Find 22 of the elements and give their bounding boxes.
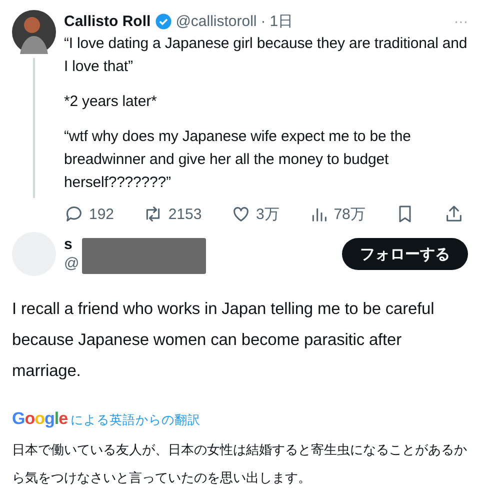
like-button[interactable]: 3万 <box>231 204 280 224</box>
google-logo: Google <box>12 409 68 429</box>
post-text: *2 years later* <box>64 92 158 112</box>
post-text: “I love dating a Japanese girl because they are traditional and I love that” <box>64 34 468 77</box>
author-handle[interactable]: @ <box>64 254 80 273</box>
author-name[interactable]: s <box>64 235 80 254</box>
reply-button[interactable]: 192 <box>64 204 114 224</box>
views-button[interactable]: 78万 <box>308 204 366 224</box>
separator-dot: · <box>260 12 266 30</box>
reply-text: I recall a friend who works in Japan telling me to be careful because Japanese women can become parasitic after marriage. <box>12 299 436 382</box>
share-icon <box>444 204 464 224</box>
author-name[interactable]: Callisto Roll <box>64 12 151 30</box>
share-button[interactable] <box>444 204 464 224</box>
author-handle[interactable]: @callistoroll <box>176 12 257 30</box>
post-time: 1日 <box>270 12 294 30</box>
post-text: “wtf why does my Japanese wife expect me to be the breadwinner and give her all the money to budget herself???????” <box>64 127 412 193</box>
avatar[interactable] <box>12 10 56 54</box>
heart-icon <box>231 204 252 224</box>
follow-button[interactable]: フォローする <box>342 238 468 270</box>
speech-bubble-icon <box>64 204 84 224</box>
translated-text: 日本で働いている友人が、日本の女性は結婚すると寄生虫になることがあるから気をつけなさいと言っていたのを思い出します。 <box>12 442 468 488</box>
repost-button[interactable]: 2153 <box>143 204 202 224</box>
